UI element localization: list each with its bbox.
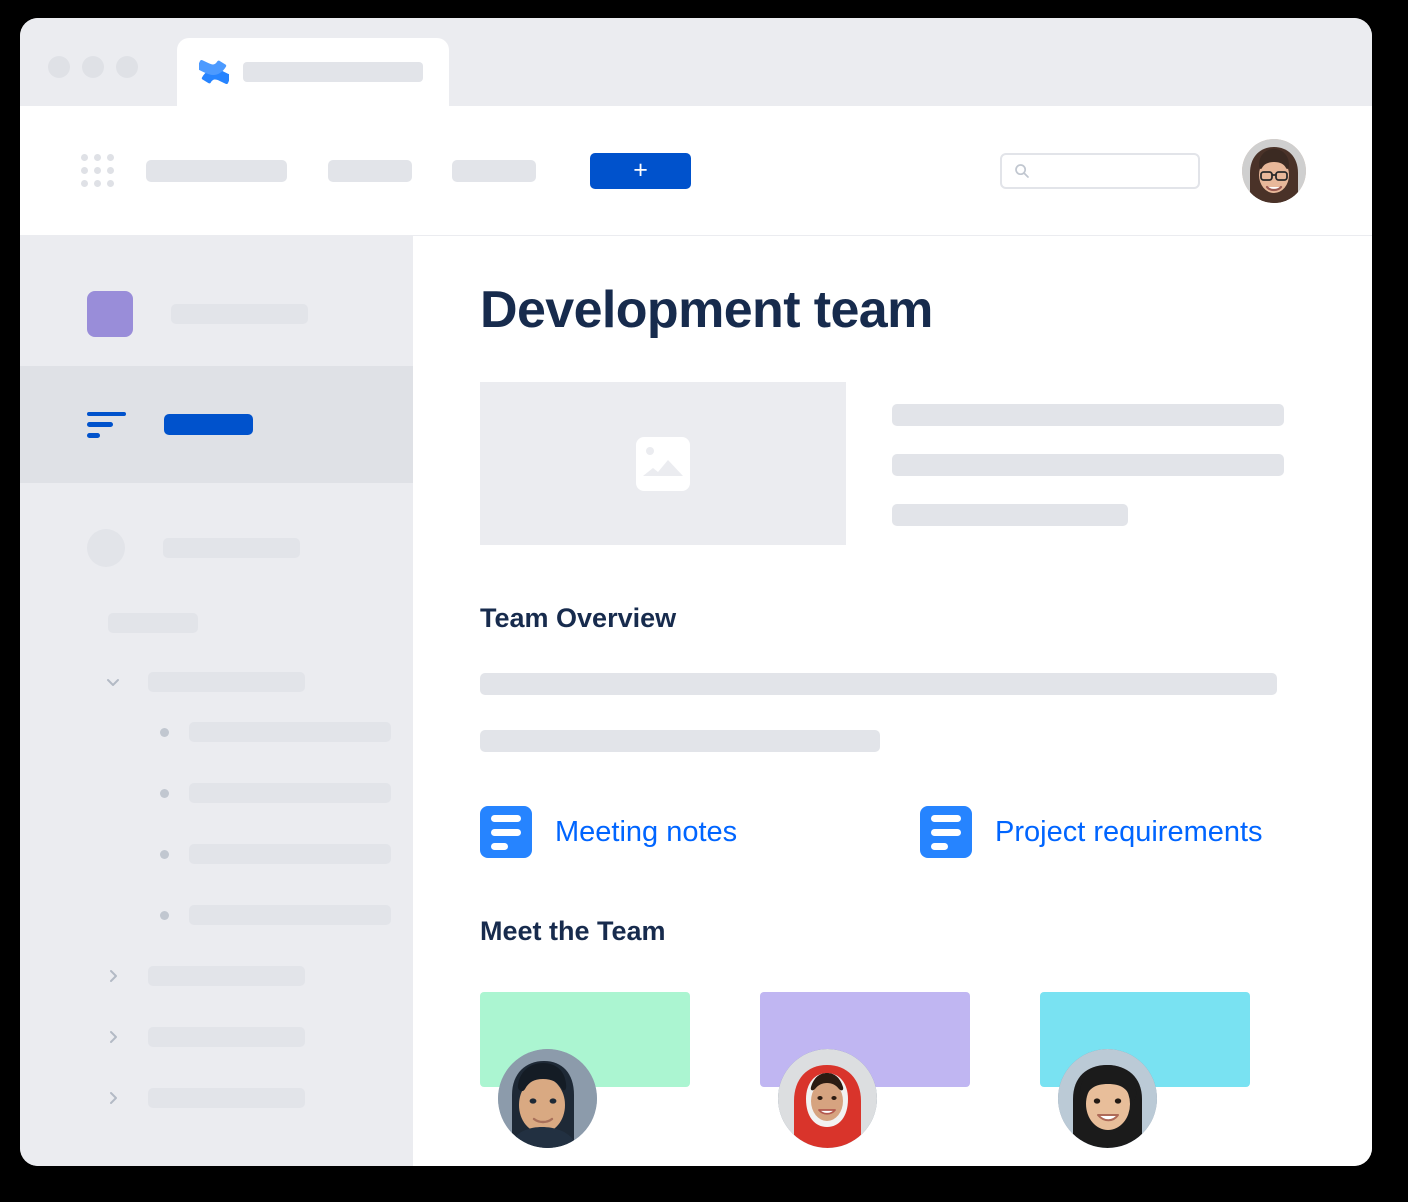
maximize-window-button[interactable] — [116, 56, 138, 78]
page-link-label: Project requirements — [995, 815, 1263, 848]
nav-item-2[interactable] — [328, 159, 412, 182]
confluence-logo-icon — [199, 59, 229, 85]
hero-paragraph-line — [892, 504, 1128, 527]
sidebar-item-people[interactable] — [20, 517, 413, 579]
tree-item-label — [148, 1088, 305, 1108]
tree-item-label — [148, 966, 305, 986]
team-member-avatar — [1058, 1049, 1157, 1149]
avatar-photo — [778, 1049, 877, 1149]
team-member-card[interactable] — [760, 992, 970, 1149]
page-title: Development team — [480, 281, 933, 339]
search-input[interactable] — [1030, 163, 1198, 178]
team-member-avatar — [778, 1049, 877, 1149]
circle-avatar-icon — [87, 529, 125, 567]
bullet-dot-icon — [160, 727, 169, 737]
tree-item-collapsed[interactable] — [20, 1077, 413, 1119]
page-link-meeting-notes[interactable]: Meeting notes — [480, 806, 920, 859]
team-overview-heading: Team Overview — [480, 603, 677, 634]
sidebar — [20, 236, 413, 1166]
minimize-window-button[interactable] — [82, 56, 104, 78]
team-cards-row — [480, 992, 1372, 1149]
chevron-right-icon[interactable] — [102, 1026, 124, 1048]
app-body: Development team Team Overview Meeting n… — [20, 236, 1372, 1166]
space-name — [171, 304, 308, 324]
hero-section — [480, 382, 1372, 546]
hero-paragraph-line — [892, 404, 1284, 427]
tree-item-collapsed[interactable] — [20, 955, 413, 997]
tree-child-label — [189, 783, 391, 803]
sidebar-item-content-active[interactable] — [20, 366, 413, 483]
hero-image-placeholder[interactable] — [480, 382, 846, 546]
team-member-card[interactable] — [1040, 992, 1250, 1149]
document-icon — [480, 806, 532, 859]
chevron-right-icon[interactable] — [102, 965, 124, 987]
space-icon — [87, 291, 133, 337]
window-controls — [48, 56, 138, 78]
nav-right-group — [1000, 106, 1306, 235]
tree-item-expanded[interactable] — [20, 661, 413, 703]
avatar-photo — [498, 1049, 597, 1149]
search-box[interactable] — [1000, 152, 1200, 189]
browser-tab-strip — [20, 18, 1372, 106]
overview-paragraph-line — [480, 730, 880, 753]
app-top-nav: + — [20, 106, 1372, 236]
chevron-right-icon[interactable] — [102, 1087, 124, 1109]
hero-text-block — [892, 382, 1284, 545]
hero-paragraph-line — [892, 454, 1284, 477]
bullet-dot-icon — [160, 849, 169, 859]
content-lines-icon — [87, 411, 126, 438]
page-links-row: Meeting notes Project requirements — [480, 806, 1372, 859]
tree-child-item[interactable] — [20, 772, 413, 814]
tree-child-label — [189, 844, 391, 864]
grid-apps-icon[interactable] — [81, 154, 114, 187]
bullet-dot-icon — [160, 788, 169, 798]
page-link-project-requirements[interactable]: Project requirements — [920, 806, 1263, 859]
nav-item-1[interactable] — [146, 159, 287, 182]
search-icon — [1015, 163, 1029, 178]
sidebar-section-label — [108, 613, 198, 633]
sidebar-active-label — [164, 414, 253, 435]
page-link-label: Meeting notes — [555, 815, 738, 848]
user-avatar[interactable] — [1242, 138, 1306, 203]
tree-child-label — [189, 722, 391, 742]
bullet-dot-icon — [160, 910, 169, 920]
tab-title — [243, 62, 423, 82]
tree-child-item[interactable] — [20, 894, 413, 936]
avatar-photo — [1058, 1049, 1157, 1149]
document-icon — [920, 806, 972, 859]
meet-the-team-heading: Meet the Team — [480, 916, 666, 947]
image-placeholder-icon — [636, 436, 690, 491]
tree-item-label — [148, 672, 305, 692]
team-member-card[interactable] — [480, 992, 690, 1149]
sidebar-item-label — [163, 538, 300, 558]
tree-item-collapsed[interactable] — [20, 1016, 413, 1058]
team-member-avatar — [498, 1049, 597, 1149]
create-button[interactable]: + — [590, 152, 691, 189]
avatar-photo — [1242, 138, 1306, 203]
browser-window: + Development team Team Overview Meeting… — [20, 18, 1372, 1166]
overview-paragraph-line — [480, 673, 1277, 696]
page-content: Development team Team Overview Meeting n… — [413, 236, 1372, 1166]
close-window-button[interactable] — [48, 56, 70, 78]
browser-tab[interactable] — [177, 38, 449, 106]
tree-item-label — [148, 1027, 305, 1047]
sidebar-space-header[interactable] — [20, 278, 413, 350]
team-overview-body — [480, 673, 1372, 753]
tree-child-item[interactable] — [20, 711, 413, 753]
chevron-down-icon[interactable] — [102, 671, 124, 693]
tree-child-item[interactable] — [20, 833, 413, 875]
tree-child-label — [189, 905, 391, 925]
nav-item-3[interactable] — [452, 159, 536, 182]
